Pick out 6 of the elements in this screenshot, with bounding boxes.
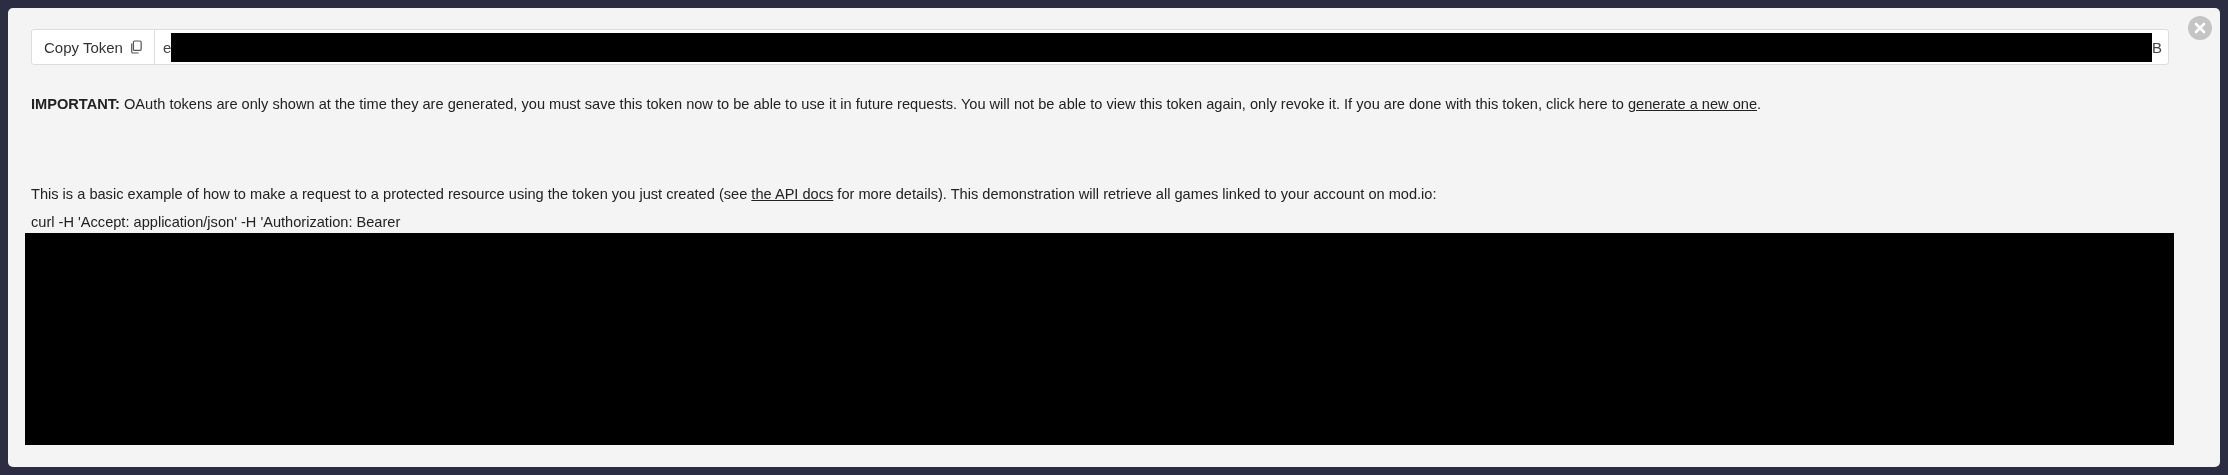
generate-token-link[interactable]: generate a new one xyxy=(1628,96,1757,112)
code-line: curl -H 'Accept: application/json' -H 'Authorization: Bearer xyxy=(31,213,402,232)
important-notice: IMPORTANT: OAuth tokens are only shown at the time they are generated, you must save this token now to be able to use it in future requests. You will not be able to view this token again, only revoke it. If you are done with this token, click here to generate a new one. xyxy=(31,95,1763,114)
api-docs-link[interactable]: the API docs xyxy=(751,186,834,202)
example-description: This is a basic example of how to make a request to a protected resource using the token you just created (see the API docs for more details). This demonstration will retrieve all games linked to your account on mod.io: xyxy=(31,185,1438,204)
close-icon[interactable] xyxy=(2188,16,2212,40)
